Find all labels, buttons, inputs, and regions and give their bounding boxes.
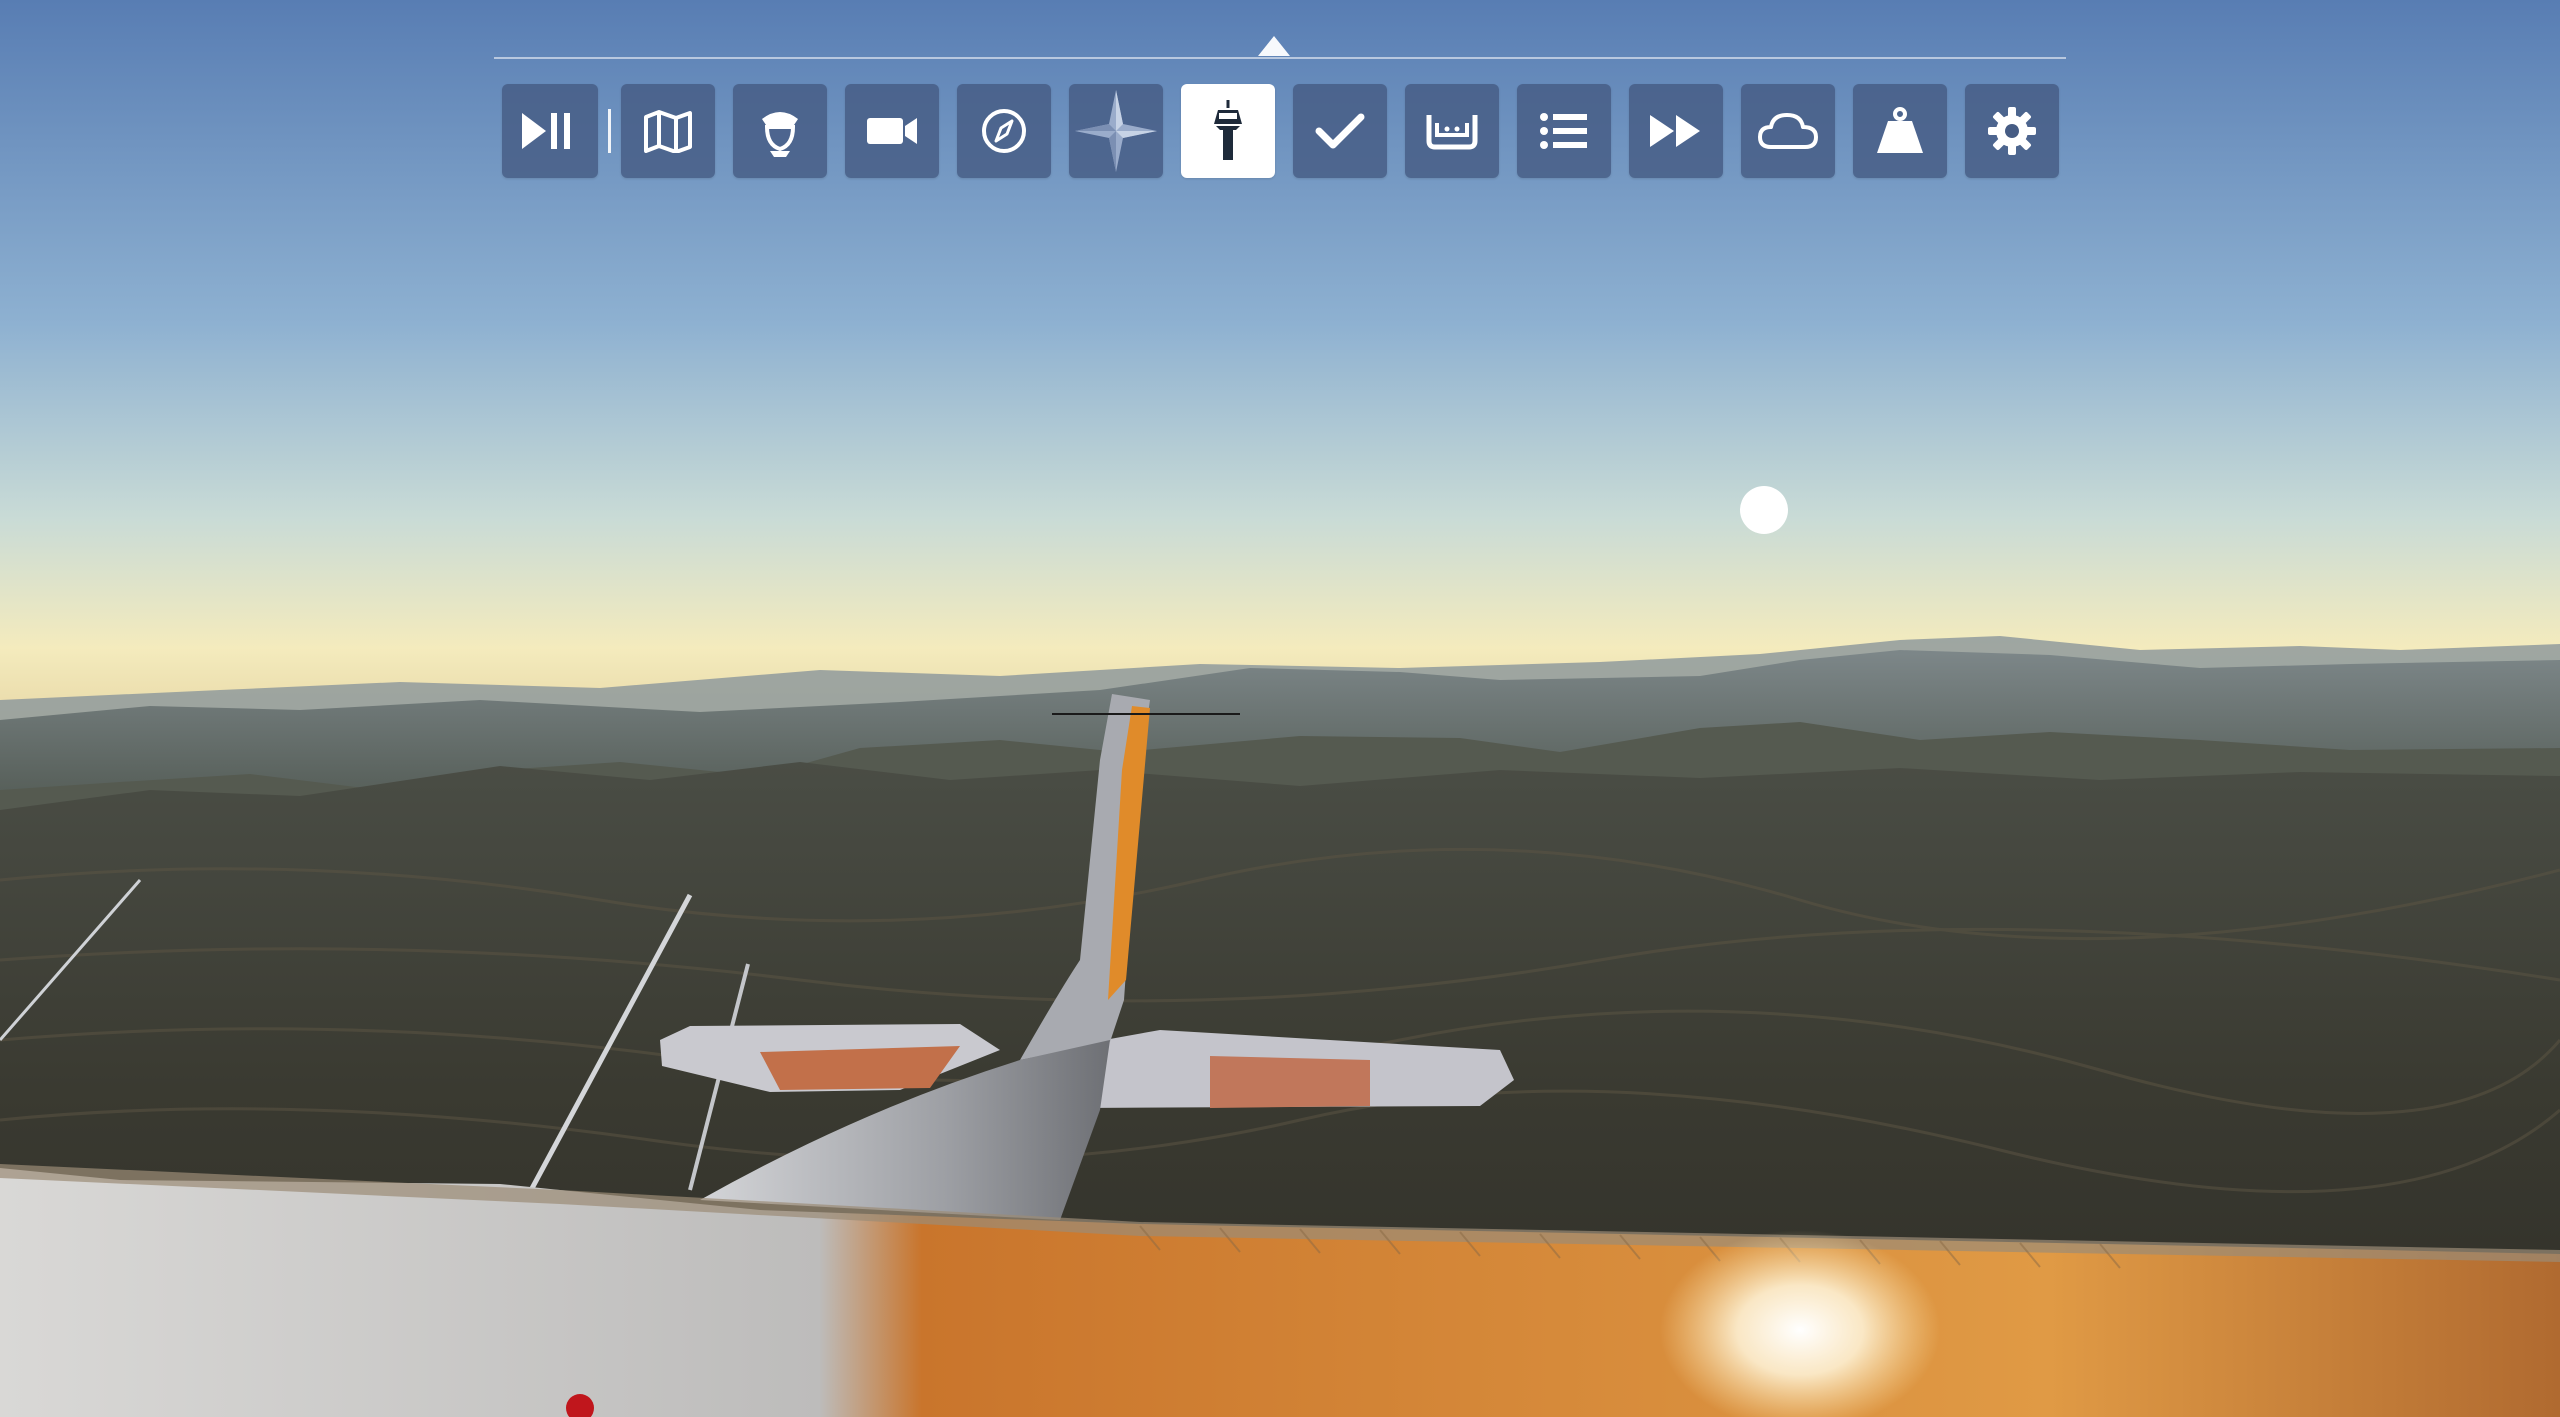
control-tower-icon (1214, 100, 1242, 160)
settings-button[interactable] (1965, 84, 2059, 178)
toolbar-collapse-caret[interactable] (1258, 36, 1290, 56)
toolbar-separator (608, 109, 611, 153)
camera-button[interactable] (845, 84, 939, 178)
objectives-button[interactable] (1517, 84, 1611, 178)
yoke-icon (1426, 115, 1478, 150)
pilot-icon (762, 112, 798, 157)
atc-button[interactable] (1181, 84, 1275, 178)
fast-forward-icon (1650, 115, 1700, 147)
flight-sim-scene (0, 0, 2560, 1417)
weather-button[interactable] (1741, 84, 1835, 178)
sim-rate-button[interactable] (1629, 84, 1723, 178)
pilot-button[interactable] (733, 84, 827, 178)
map-icon (644, 110, 692, 153)
compass-icon (982, 109, 1026, 153)
weight-icon (1877, 107, 1923, 153)
weight-balance-button[interactable] (1853, 84, 1947, 178)
pause-button[interactable] (502, 84, 598, 178)
gear-icon (1988, 107, 2036, 155)
list-icon (1540, 113, 1587, 149)
sun (1740, 486, 1788, 534)
checkmark-icon (1315, 113, 1365, 149)
compass-rose-icon (1075, 90, 1157, 172)
toolbar (502, 84, 2059, 178)
camera-icon (867, 118, 917, 144)
play-pause-icon (522, 113, 570, 149)
cloud-icon (1758, 113, 1818, 149)
toolbar-container (494, 0, 2066, 190)
toolbar-divider-line (494, 57, 2066, 59)
checklist-button[interactable] (1293, 84, 1387, 178)
map-button[interactable] (621, 84, 715, 178)
navlog-button[interactable] (957, 84, 1051, 178)
controls-button[interactable] (1405, 84, 1499, 178)
vfr-map-button[interactable] (1069, 84, 1163, 178)
